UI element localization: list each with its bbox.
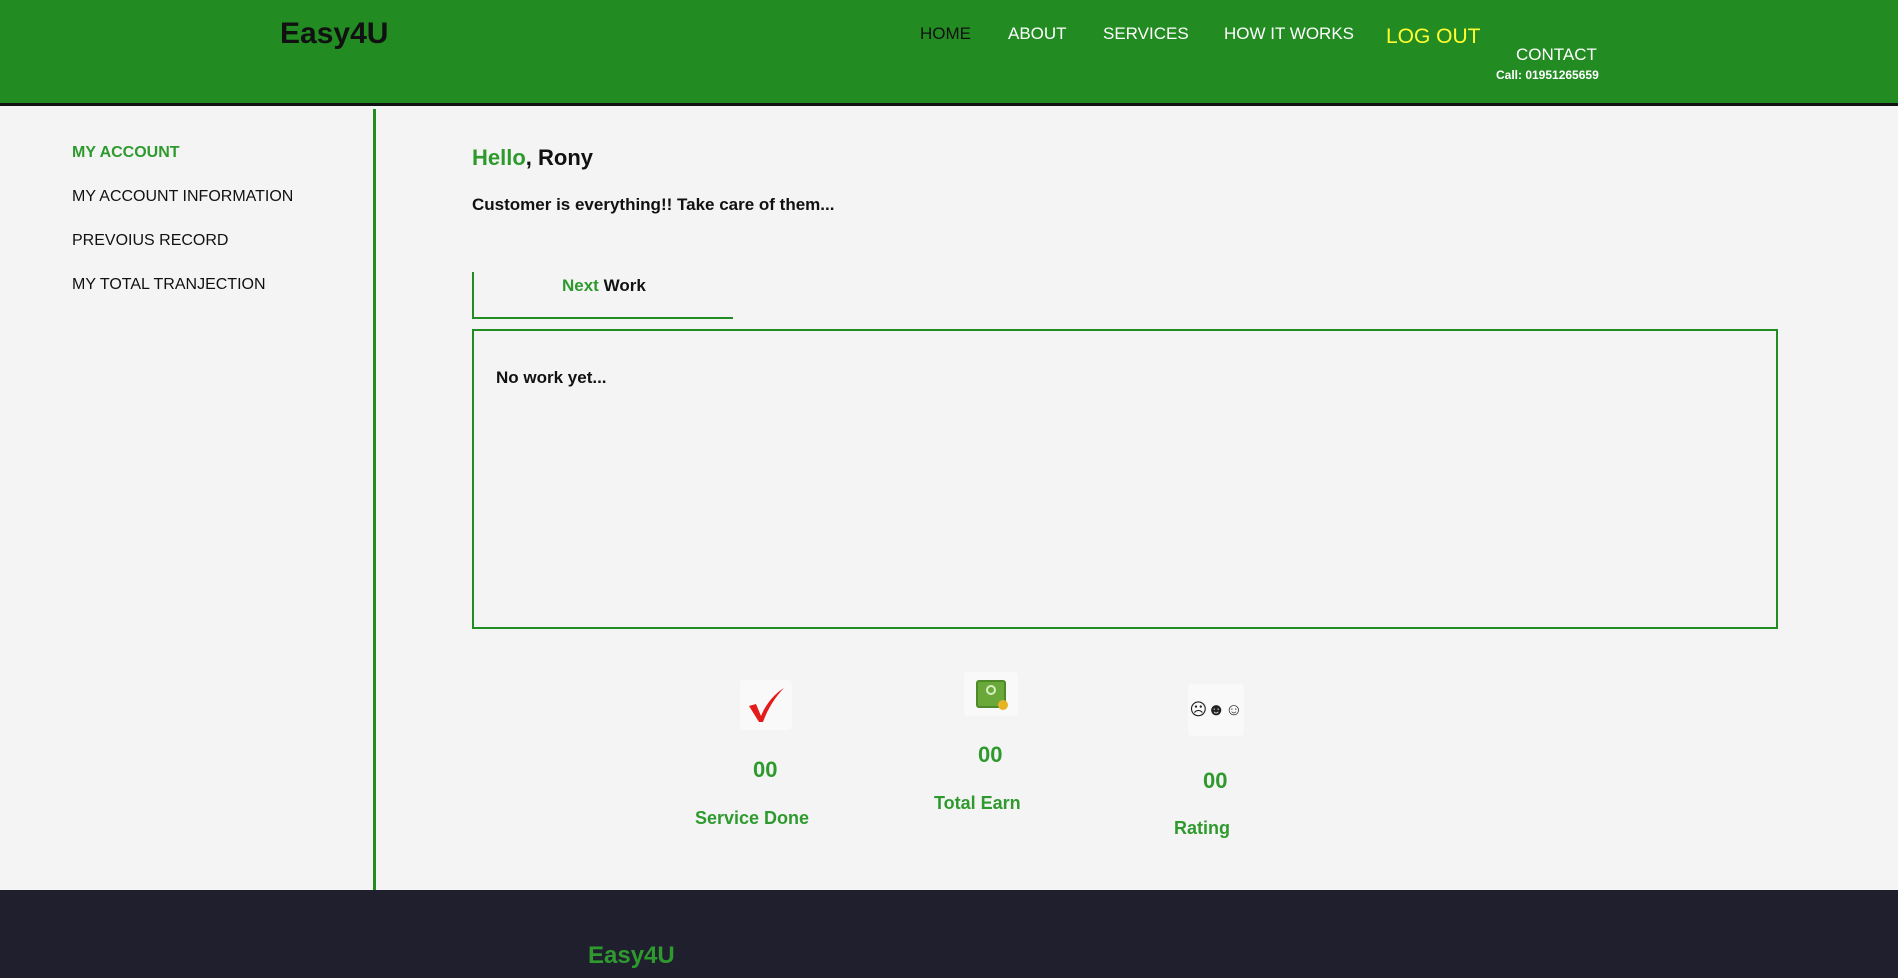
nav-services-link[interactable]: SERVICES: [1103, 24, 1189, 44]
nav-home-link[interactable]: HOME: [920, 24, 971, 44]
total-earn-value: 00: [978, 742, 1003, 767]
footer-logo[interactable]: Easy4U: [588, 942, 675, 970]
site-logo[interactable]: Easy4U: [280, 17, 388, 51]
logout-link[interactable]: LOG OUT: [1386, 25, 1481, 49]
cash-icon: [964, 672, 1018, 716]
empty-work-message: No work yet...: [496, 368, 607, 387]
tab-label-work: Work: [598, 276, 646, 295]
sidebar-item-previous-record[interactable]: PREVOIUS RECORD: [72, 232, 228, 250]
nav-about-link[interactable]: ABOUT: [1008, 24, 1067, 44]
sidebar-item-total-transaction[interactable]: MY TOTAL TRANJECTION: [72, 276, 266, 294]
tab-label: Next Work: [562, 276, 646, 296]
rating-value: 00: [1203, 768, 1228, 793]
check-icon-svg: [749, 688, 784, 722]
next-work-panel: No work yet...: [472, 329, 1778, 629]
service-done-value: 00: [753, 757, 778, 782]
greeting-hello: Hello: [472, 145, 526, 170]
sidebar-item-account-information[interactable]: MY ACCOUNT INFORMATION: [72, 188, 293, 206]
rating-label: Rating: [1174, 818, 1230, 838]
tab-label-next: Next: [562, 276, 599, 295]
call-number: Call: 01951265659: [1496, 68, 1599, 82]
account-sidebar: MY ACCOUNT MY ACCOUNT INFORMATION PREVOI…: [0, 109, 376, 890]
cash-icon-shape: [976, 680, 1008, 710]
total-earn-label: Total Earn: [934, 793, 1021, 813]
tagline: Customer is everything!! Take care of th…: [472, 195, 835, 214]
sidebar-item-my-account[interactable]: MY ACCOUNT: [72, 144, 180, 162]
nav-how-it-works-link[interactable]: HOW IT WORKS: [1224, 24, 1354, 44]
site-footer: Easy4U: [0, 890, 1898, 978]
greeting-heading: Hello, Rony: [472, 145, 593, 171]
site-header: Easy4U HOME ABOUT SERVICES HOW IT WORKS …: [0, 0, 1898, 106]
tab-next-work[interactable]: Next Work: [472, 272, 733, 319]
nav-contact-link[interactable]: CONTACT: [1516, 45, 1597, 65]
rating-faces-icon: ☹☻☺: [1188, 684, 1244, 736]
service-done-label: Service Done: [695, 808, 810, 828]
check-icon: [740, 680, 792, 730]
greeting-user-name: , Rony: [525, 145, 594, 170]
